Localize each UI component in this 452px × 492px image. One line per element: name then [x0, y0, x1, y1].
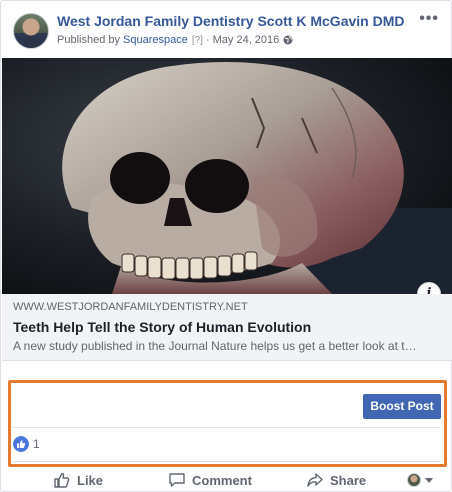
- page-name-link[interactable]: West Jordan Family Dentistry Scott K McG…: [57, 13, 404, 29]
- boost-post-button[interactable]: Boost Post: [363, 394, 441, 419]
- publisher-link[interactable]: Squarespace: [123, 34, 188, 46]
- link-preview-image[interactable]: [2, 58, 452, 294]
- link-description: A new study published in the Journal Nat…: [13, 339, 417, 353]
- post-meta: Published by Squarespace [?] · May 24, 2…: [57, 34, 293, 46]
- reaction-count[interactable]: 1: [33, 437, 40, 451]
- more-options-icon[interactable]: •••: [419, 11, 439, 27]
- share-icon: [307, 473, 323, 487]
- post-date[interactable]: May 24, 2016: [213, 34, 280, 46]
- published-by-label: Published by: [57, 34, 120, 46]
- divider: [13, 427, 441, 428]
- divider: [13, 461, 441, 462]
- like-button[interactable]: Like: [53, 470, 103, 490]
- thumbs-up-icon: [54, 472, 70, 488]
- page-avatar[interactable]: [13, 13, 49, 49]
- meta-separator: ·: [205, 34, 210, 46]
- help-marker[interactable]: [?]: [192, 35, 203, 46]
- link-domain: WWW.WESTJORDANFAMILYDENTISTRY.NET: [13, 301, 248, 313]
- link-title[interactable]: Teeth Help Tell the Story of Human Evolu…: [13, 319, 311, 335]
- comment-icon: [169, 473, 185, 487]
- like-label: Like: [77, 472, 104, 488]
- post-as-selector[interactable]: [407, 470, 433, 490]
- link-preview-box[interactable]: WWW.WESTJORDANFAMILYDENTISTRY.NET Teeth …: [2, 294, 452, 361]
- like-reaction-icon[interactable]: [13, 436, 29, 452]
- skull-image: [2, 58, 452, 294]
- caret-down-icon: [425, 477, 433, 483]
- share-label: Share: [330, 472, 367, 488]
- post-card: West Jordan Family Dentistry Scott K McG…: [0, 0, 452, 492]
- comment-button[interactable]: Comment: [168, 470, 252, 490]
- mini-avatar: [407, 473, 421, 487]
- share-button[interactable]: Share: [306, 470, 366, 490]
- comment-label: Comment: [192, 472, 252, 488]
- globe-icon: [283, 35, 293, 45]
